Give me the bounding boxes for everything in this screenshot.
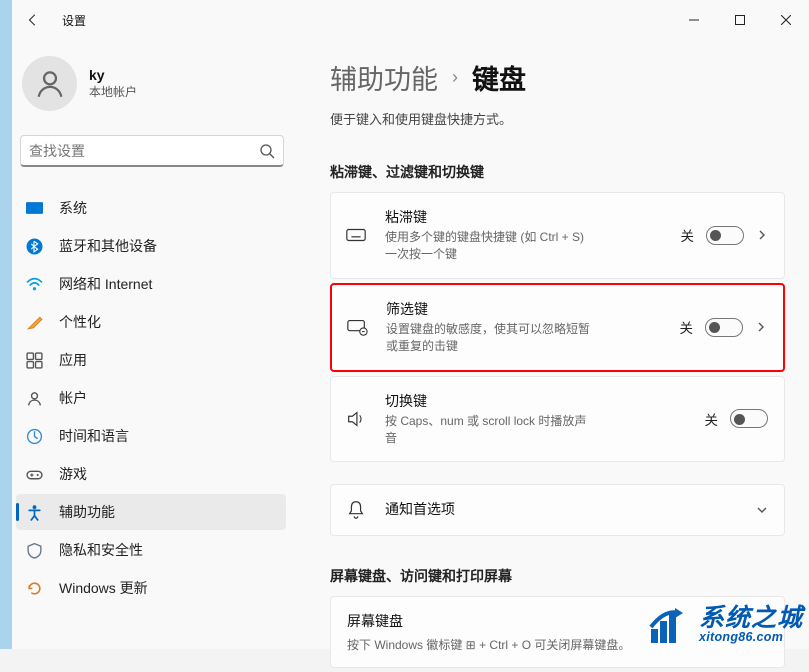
- card-sticky-keys[interactable]: 粘滞键 使用多个键的键盘快捷键 (如 Ctrl + S) 一次按一个键 关: [330, 192, 785, 279]
- toggle-sticky-keys[interactable]: [706, 226, 744, 245]
- brush-icon: [26, 314, 43, 331]
- nav-label: 个性化: [59, 312, 101, 332]
- section-heading-osk: 屏幕键盘、访问键和打印屏幕: [330, 566, 785, 586]
- toggle-state: 关: [681, 225, 695, 245]
- minimize-button[interactable]: [671, 5, 717, 35]
- speaker-icon: [345, 408, 367, 430]
- close-icon: [781, 15, 791, 25]
- sidebar: ky 本地帐户 系统 蓝牙和其他设备 网络和 In: [0, 30, 300, 672]
- toggle-toggle-keys[interactable]: [730, 409, 768, 428]
- chevron-right-icon: [756, 229, 768, 241]
- card-title: 屏幕键盘: [347, 611, 403, 631]
- chevron-right-icon: ›: [452, 67, 458, 88]
- titlebar: 设置: [0, 5, 809, 35]
- close-button[interactable]: [763, 5, 809, 35]
- chevron-down-icon: [756, 504, 768, 516]
- nav-gaming[interactable]: 游戏: [16, 456, 286, 492]
- nav-system[interactable]: 系统: [16, 190, 286, 226]
- nav-label: 应用: [59, 350, 87, 370]
- nav-label: 网络和 Internet: [59, 274, 152, 294]
- account-icon: [26, 390, 43, 407]
- nav-accounts[interactable]: 帐户: [16, 380, 286, 416]
- maximize-icon: [735, 15, 745, 25]
- watermark: 系统之城 xitong86.com: [649, 605, 803, 645]
- nav-label: 帐户: [59, 388, 87, 408]
- watermark-logo-icon: [649, 605, 693, 645]
- minimize-icon: [689, 15, 699, 25]
- card-desc: 按 Caps、num 或 scroll lock 时播放声音: [385, 413, 595, 448]
- main-content: 辅助功能 › 键盘 便于键入和使用键盘快捷方式。 粘滞键、过滤键和切换键 粘滞键…: [300, 30, 809, 672]
- nav-label: 时间和语言: [59, 426, 129, 446]
- back-arrow-icon: [26, 13, 40, 27]
- nav-privacy[interactable]: 隐私和安全性: [16, 532, 286, 568]
- watermark-text: 系统之城: [699, 606, 803, 631]
- accessibility-icon: [26, 504, 43, 521]
- card-filter-keys[interactable]: 筛选键 设置键盘的敏感度，使其可以忽略短暂或重复的击键 关: [330, 283, 785, 372]
- toggle-state: 关: [705, 409, 719, 429]
- nav-time-language[interactable]: 时间和语言: [16, 418, 286, 454]
- nav-label: 蓝牙和其他设备: [59, 236, 157, 256]
- user-block[interactable]: ky 本地帐户: [16, 50, 296, 117]
- nav: 系统 蓝牙和其他设备 网络和 Internet 个性化 应用: [16, 189, 296, 607]
- toggle-state: 关: [680, 317, 694, 337]
- nav-label: Windows 更新: [59, 578, 148, 598]
- page-subtitle: 便于键入和使用键盘快捷方式。: [330, 109, 785, 128]
- window-title: 设置: [62, 12, 86, 29]
- search-box[interactable]: [20, 135, 284, 167]
- toggle-filter-keys[interactable]: [705, 318, 743, 337]
- system-icon: [26, 200, 43, 217]
- breadcrumb-current: 键盘: [472, 58, 526, 97]
- apps-icon: [26, 352, 43, 369]
- wifi-icon: [26, 276, 43, 293]
- nav-accessibility[interactable]: 辅助功能: [16, 494, 286, 530]
- nav-label: 游戏: [59, 464, 87, 484]
- user-sub: 本地帐户: [89, 83, 137, 100]
- watermark-url: xitong86.com: [699, 631, 803, 644]
- nav-label: 隐私和安全性: [59, 540, 143, 560]
- card-desc: 设置键盘的敏感度，使其可以忽略短暂或重复的击键: [386, 321, 596, 356]
- chevron-right-icon: [755, 321, 767, 333]
- section-heading-keys: 粘滞键、过滤键和切换键: [330, 162, 785, 182]
- nav-bluetooth[interactable]: 蓝牙和其他设备: [16, 228, 286, 264]
- user-name: ky: [89, 67, 137, 83]
- card-desc: 按下 Windows 徽标键 ⊞ + Ctrl + O 可关闭屏幕键盘。: [347, 636, 630, 653]
- card-desc: 使用多个键的键盘快捷键 (如 Ctrl + S) 一次按一个键: [385, 229, 595, 264]
- keyboard-icon: [345, 224, 367, 246]
- card-notification-prefs[interactable]: 通知首选项: [330, 484, 785, 536]
- keyboard-filter-icon: [346, 316, 368, 338]
- card-toggle-keys[interactable]: 切换键 按 Caps、num 或 scroll lock 时播放声音 关: [330, 376, 785, 463]
- breadcrumb-parent[interactable]: 辅助功能: [330, 58, 438, 97]
- update-icon: [26, 580, 43, 597]
- nav-label: 系统: [59, 198, 87, 218]
- card-title: 粘滞键: [385, 207, 681, 227]
- bluetooth-icon: [26, 238, 43, 255]
- back-button[interactable]: [18, 5, 48, 35]
- gamepad-icon: [26, 466, 43, 483]
- search-input[interactable]: [29, 143, 259, 159]
- card-title: 通知首选项: [385, 499, 756, 519]
- search-icon: [259, 143, 275, 159]
- nav-personalization[interactable]: 个性化: [16, 304, 286, 340]
- nav-windows-update[interactable]: Windows 更新: [16, 570, 286, 606]
- card-title: 切换键: [385, 391, 705, 411]
- nav-network[interactable]: 网络和 Internet: [16, 266, 286, 302]
- nav-label: 辅助功能: [59, 502, 115, 522]
- user-icon: [33, 67, 67, 101]
- breadcrumb: 辅助功能 › 键盘: [330, 58, 785, 97]
- nav-apps[interactable]: 应用: [16, 342, 286, 378]
- shield-icon: [26, 542, 43, 559]
- clock-globe-icon: [26, 428, 43, 445]
- bell-icon: [345, 499, 367, 521]
- maximize-button[interactable]: [717, 5, 763, 35]
- avatar: [22, 56, 77, 111]
- card-title: 筛选键: [386, 299, 680, 319]
